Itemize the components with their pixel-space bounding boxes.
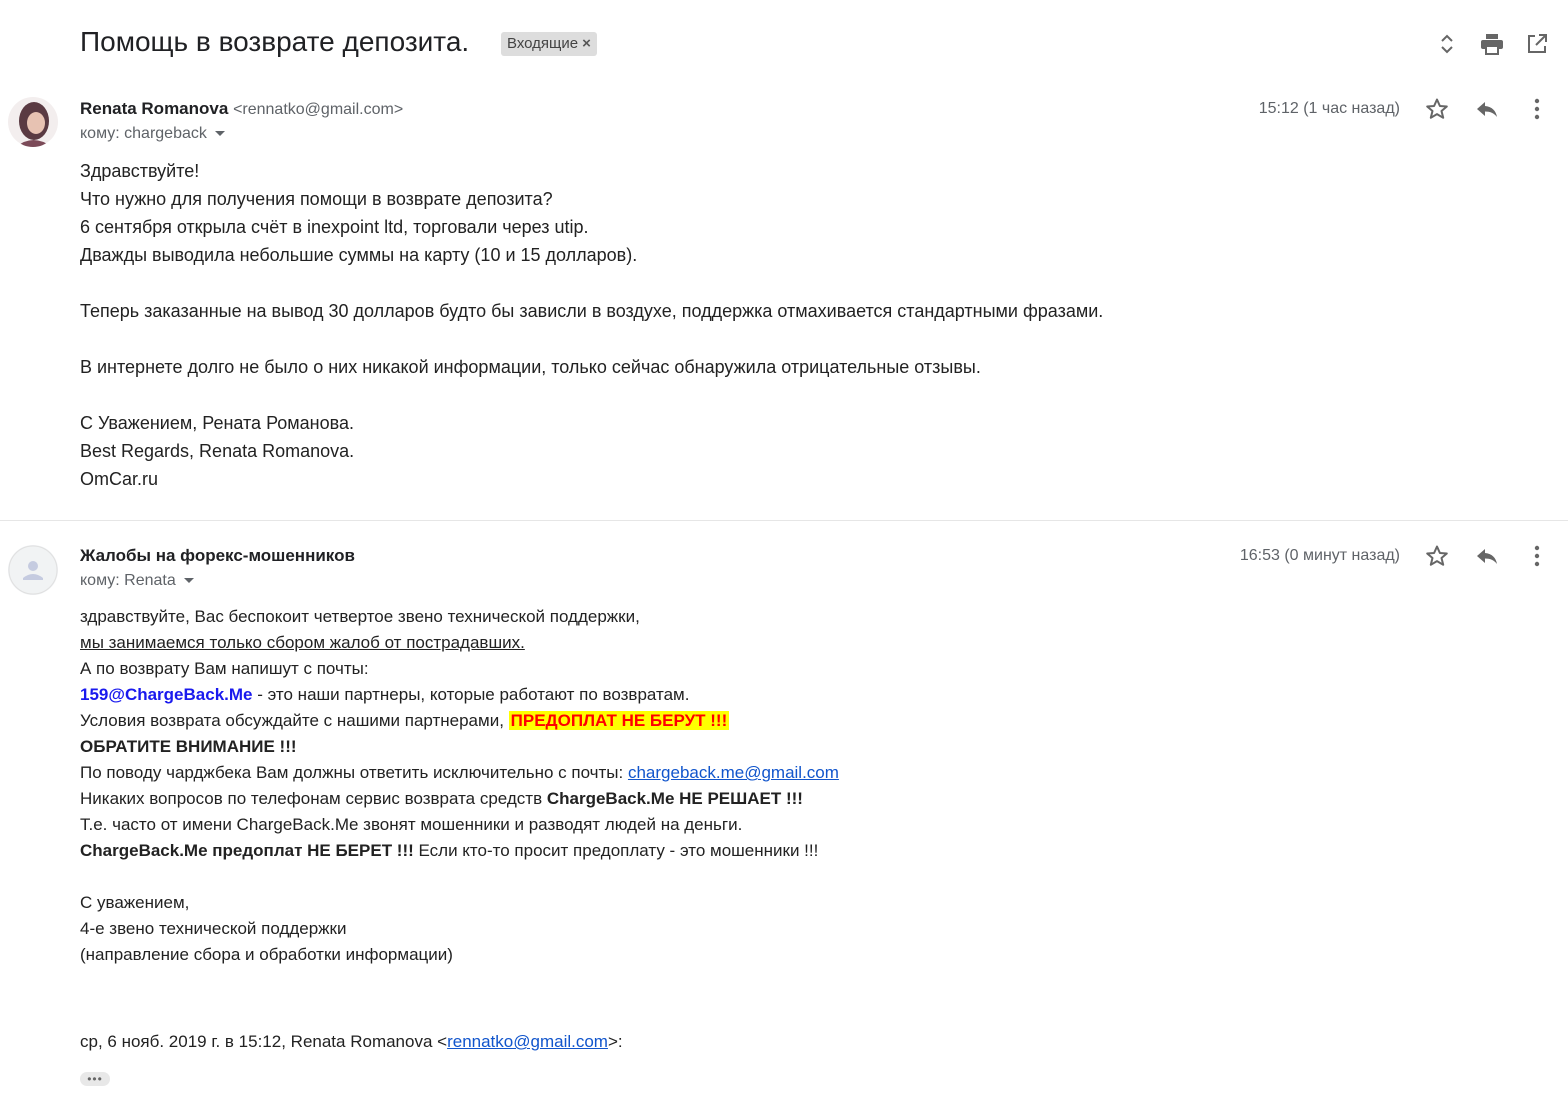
- body-line: Т.е. часто от имени ChargeBack.Me звонят…: [80, 815, 743, 834]
- body-line: здравствуйте, Вас беспокоит четвертое зв…: [80, 607, 640, 626]
- body-line: ОБРАТИТЕ ВНИМАНИЕ !!!: [80, 737, 297, 756]
- more-options-icon[interactable]: [1523, 542, 1551, 570]
- quoted-email-link[interactable]: rennatko@gmail.com: [447, 1032, 608, 1051]
- signature-line: (направление сбора и обработки информаци…: [80, 945, 453, 964]
- sender-avatar-default: [8, 545, 58, 595]
- message1-time: 15:12 (1 час назад): [1258, 100, 1400, 117]
- expand-collapse-icon[interactable]: [1433, 30, 1461, 58]
- sender-avatar: [8, 97, 58, 147]
- highlighted-warning: ПРЕДОПЛАТ НЕ БЕРУТ !!!: [508, 711, 730, 730]
- print-icon[interactable]: [1478, 30, 1506, 58]
- reply-icon[interactable]: [1473, 542, 1501, 570]
- star-icon[interactable]: [1423, 95, 1451, 123]
- sender-name: Renata Romanova: [80, 99, 229, 118]
- remove-label-icon[interactable]: ×: [582, 35, 591, 52]
- show-details-icon[interactable]: [214, 131, 225, 137]
- inbox-label-chip[interactable]: Входящие ×: [501, 32, 597, 56]
- body-line: Условия возврата обсуждайте с нашими пар…: [80, 711, 730, 730]
- chargeback-email-link[interactable]: chargeback.me@gmail.com: [628, 763, 839, 782]
- message2-sender[interactable]: Жалобы на форекс-мошенников: [80, 546, 355, 566]
- body-line: ChargeBack.Me предоплат НЕ БЕРЕТ !!! Есл…: [80, 841, 819, 860]
- label-text: Входящие: [507, 35, 579, 52]
- quoted-header: ср, 6 нояб. 2019 г. в 15:12, Renata Roma…: [80, 1032, 623, 1051]
- message2-recipients[interactable]: кому: Renata: [80, 572, 194, 590]
- recipient-text: кому: chargeback: [80, 125, 207, 142]
- message1-body: Здравствуйте! Что нужно для получения по…: [80, 161, 1104, 489]
- signature-line: 4-е звено технической поддержки: [80, 919, 347, 938]
- message1-sender[interactable]: Renata Romanova <rennatko@gmail.com>: [80, 99, 403, 119]
- message2-time: 16:53 (0 минут назад): [1239, 547, 1400, 564]
- message1-recipients[interactable]: кому: chargeback: [80, 125, 225, 143]
- reply-icon[interactable]: [1473, 95, 1501, 123]
- open-in-new-window-icon[interactable]: [1523, 30, 1551, 58]
- partner-email: 159@ChargeBack.Me: [80, 685, 253, 704]
- body-line: По поводу чарджбека Вам должны ответить …: [80, 763, 839, 782]
- signature-line: С уважением,: [80, 893, 190, 912]
- star-icon[interactable]: [1423, 542, 1451, 570]
- more-options-icon[interactable]: [1523, 95, 1551, 123]
- recipient-text: кому: Renata: [80, 572, 176, 589]
- sender-name: Жалобы на форекс-мошенников: [80, 546, 355, 565]
- body-line: 159@ChargeBack.Me - это наши партнеры, к…: [80, 685, 690, 704]
- body-line: мы занимаемся только сбором жалоб от пос…: [80, 633, 525, 652]
- body-line: Никаких вопросов по телефонам сервис воз…: [80, 789, 803, 808]
- sender-email: <rennatko@gmail.com>: [233, 101, 404, 118]
- message2-body: здравствуйте, Вас беспокоит четвертое зв…: [80, 604, 839, 968]
- body-line: А по возврату Вам напишут с почты:: [80, 659, 369, 678]
- show-details-icon[interactable]: [183, 578, 194, 584]
- message-divider: [0, 520, 1568, 521]
- show-trimmed-content-button[interactable]: •••: [80, 1072, 110, 1086]
- thread-subject: Помощь в возврате депозита.: [80, 26, 470, 57]
